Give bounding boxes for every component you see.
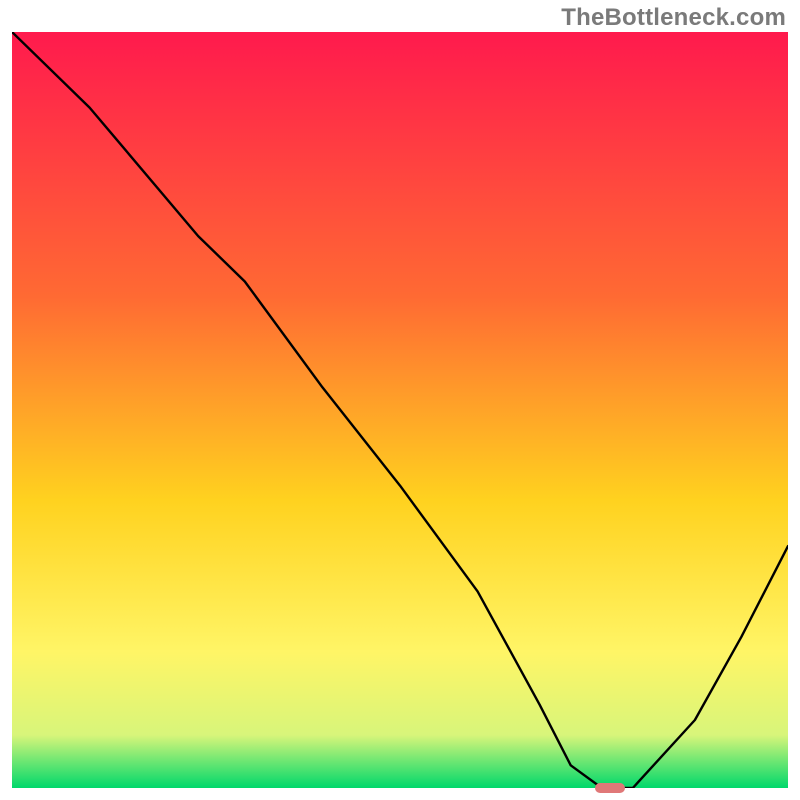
- plot-area: [12, 32, 788, 788]
- plot-svg: [12, 32, 788, 788]
- watermark-label: TheBottleneck.com: [561, 4, 786, 32]
- bottleneck-chart: TheBottleneck.com: [0, 0, 800, 800]
- optimal-marker: [595, 783, 625, 793]
- gradient-background: [12, 32, 788, 788]
